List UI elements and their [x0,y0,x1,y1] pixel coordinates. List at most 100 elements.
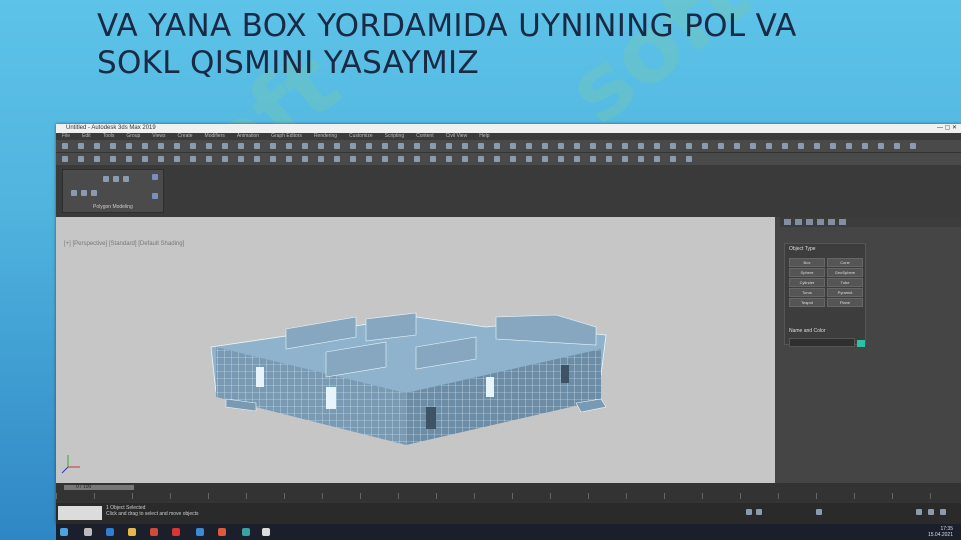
toolbar-icon[interactable] [686,143,692,149]
toolbar-icon[interactable] [574,143,580,149]
vertex-icon[interactable] [71,190,77,196]
play-icon[interactable] [746,509,752,515]
toolbar-icon[interactable] [606,156,612,162]
create-tab-icon[interactable] [784,219,791,225]
toolbar-icon[interactable] [206,156,212,162]
toolbar-icon[interactable] [734,143,740,149]
toolbar-icon[interactable] [510,156,516,162]
start-icon[interactable] [60,528,68,536]
toolbar-icon[interactable] [894,143,900,149]
chrome-icon[interactable] [150,528,158,536]
toolbar-icon[interactable] [814,143,820,149]
toolbar-icon[interactable] [366,143,372,149]
zoom-icon[interactable] [916,509,922,515]
toolbar-icon[interactable] [334,156,340,162]
toolbar-icon[interactable] [430,143,436,149]
toolbar-icon[interactable] [494,156,500,162]
toolbar-icon[interactable] [254,143,260,149]
toolbar-icon[interactable] [910,143,916,149]
3dsmax-icon[interactable] [242,528,250,536]
perspective-viewport[interactable]: [+] [Perspective] [Standard] [Default Sh… [56,217,775,483]
plane-button[interactable]: Plane [827,298,863,307]
toolbar-icon[interactable] [254,156,260,162]
hierarchy-tab-icon[interactable] [806,219,813,225]
toolbar-icon[interactable] [478,143,484,149]
panel-icon[interactable] [152,174,158,180]
toolbar-icon[interactable] [622,156,628,162]
display-tab-icon[interactable] [828,219,835,225]
toolbar-icon[interactable] [142,156,148,162]
toolbar-icon[interactable] [270,156,276,162]
menu-item[interactable]: File [62,133,70,140]
object-name-input[interactable] [789,338,855,347]
tube-button[interactable]: Tube [827,278,863,287]
toolbar-icon[interactable] [318,156,324,162]
menu-item[interactable]: Content [416,133,434,140]
time-slider[interactable] [64,485,134,490]
toolbar-icon[interactable] [510,143,516,149]
toolbar-icon[interactable] [830,143,836,149]
object-color-swatch[interactable] [857,340,865,347]
geosphere-button[interactable]: GeoSphere [827,268,863,277]
menu-item[interactable]: Civil View [446,133,468,140]
toolbar-icon[interactable] [654,156,660,162]
toolbar-icon[interactable] [286,156,292,162]
toolbar-icon[interactable] [718,143,724,149]
toolbar-icon[interactable] [62,143,68,149]
grid-icon[interactable] [123,176,129,182]
toolbar-icon[interactable] [606,143,612,149]
motion-tab-icon[interactable] [817,219,824,225]
toolbar-icon[interactable] [766,143,772,149]
toolbar-icon[interactable] [574,156,580,162]
panel-icon[interactable] [152,193,158,199]
toolbar-icon[interactable] [126,143,132,149]
toolbar-icon[interactable] [382,156,388,162]
menu-item[interactable]: Animation [237,133,259,140]
opera-icon[interactable] [172,528,180,536]
toolbar-icon[interactable] [430,156,436,162]
toolbar-icon[interactable] [238,143,244,149]
toolbar-icon[interactable] [158,143,164,149]
toolbar-icon[interactable] [798,143,804,149]
toolbar-icon[interactable] [750,143,756,149]
menu-item[interactable]: Views [152,133,165,140]
toolbar-icon[interactable] [702,143,708,149]
powerpoint-icon[interactable] [218,528,226,536]
cylinder-button[interactable]: Cylinder [789,278,825,287]
toolbar-icon[interactable] [78,156,84,162]
toolbar-icon[interactable] [622,143,628,149]
toolbar-icon[interactable] [190,156,196,162]
toolbar-icon[interactable] [94,156,100,162]
edit-icon[interactable] [103,176,109,182]
toolbar-icon[interactable] [686,156,692,162]
toolbar-icon[interactable] [462,143,468,149]
select-icon[interactable] [113,176,119,182]
maxscript-listener[interactable] [58,506,102,520]
toolbar-icon[interactable] [174,156,180,162]
teapot-button[interactable]: Teapot [789,298,825,307]
toolbar-icon[interactable] [350,156,356,162]
edge-browser-icon[interactable] [106,528,114,536]
menu-item[interactable]: Scripting [385,133,404,140]
toolbar-icon[interactable] [654,143,660,149]
toolbar-icon[interactable] [110,143,116,149]
menu-item[interactable]: Edit [82,133,91,140]
toolbar-icon[interactable] [238,156,244,162]
menu-item[interactable]: Help [479,133,489,140]
toolbar-icon[interactable] [270,143,276,149]
toolbar-icon[interactable] [670,143,676,149]
toolbar-icon[interactable] [590,156,596,162]
toolbar-icon[interactable] [382,143,388,149]
toolbar-icon[interactable] [414,156,420,162]
app-icon[interactable] [196,528,204,536]
menu-item[interactable]: Modifiers [205,133,225,140]
sphere-button[interactable]: Sphere [789,268,825,277]
toolbar-icon[interactable] [670,156,676,162]
toolbar-icon[interactable] [558,143,564,149]
toolbar-icon[interactable] [526,156,532,162]
search-icon[interactable] [84,528,92,536]
toolbar-icon[interactable] [446,143,452,149]
toolbar-icon[interactable] [302,156,308,162]
toolbar-icon[interactable] [350,143,356,149]
toolbar-icon[interactable] [398,143,404,149]
